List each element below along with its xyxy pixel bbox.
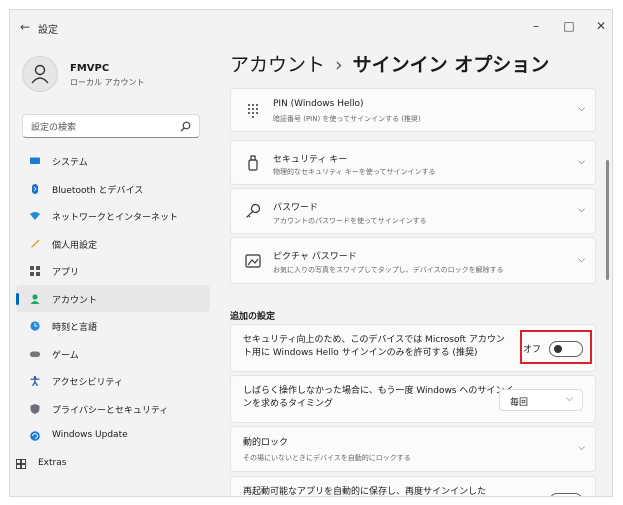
search-box[interactable]: 設定の検索 [22, 114, 200, 138]
chevron-down-icon: ⌵ [578, 443, 585, 453]
keypad-icon [248, 104, 258, 118]
option-subtitle: 暗証番号 (PIN) を使ってサインインする (推奨) [273, 115, 421, 123]
option-title: PIN (Windows Hello) [273, 99, 364, 109]
maximize-button[interactable]: □ [556, 16, 582, 36]
time-language-icon [30, 321, 40, 331]
account-type: ローカル アカウント [70, 78, 145, 87]
restart-apps-toggle[interactable] [549, 493, 583, 496]
sidebar-item-bluetooth[interactable]: Bluetooth とデバイス [16, 175, 210, 203]
page-title: アカウント › サインイン オプション [230, 50, 549, 77]
sidebar-item-accessibility[interactable]: アクセシビリティ [16, 367, 210, 395]
back-arrow-icon[interactable]: ← [20, 20, 30, 34]
search-icon[interactable] [180, 121, 191, 132]
option-title: セキュリティ キー [273, 155, 348, 165]
gaming-icon [30, 351, 40, 357]
sidebar-item-label: ネットワークとインターネット [52, 213, 179, 223]
app-title: 設定 [38, 25, 58, 36]
chevron-down-icon: ⌵ [566, 394, 573, 404]
toggle-state-label: オフ [523, 494, 541, 496]
sidebar-item-gaming[interactable]: ゲーム [16, 340, 210, 368]
signin-option-pin[interactable]: PIN (Windows Hello) 暗証番号 (PIN) を使ってサインイン… [230, 88, 596, 132]
sidebar-item-extras[interactable]: Extras [16, 450, 210, 478]
search-input[interactable]: 設定の検索 [31, 120, 76, 133]
minimize-button[interactable]: – [523, 16, 549, 36]
sidebar-item-label: ゲーム [52, 350, 79, 361]
usb-key-icon [248, 154, 258, 171]
signin-option-security-key[interactable]: セキュリティ キー 物理的なセキュリティ キーを使ってサインインする ⌵ [230, 140, 596, 185]
accounts-icon [30, 293, 40, 304]
option-subtitle: アカウントのパスワードを使ってサインインする [273, 217, 427, 225]
sidebar-item-network[interactable]: ネットワークとインターネット [16, 202, 210, 230]
chevron-down-icon: ⌵ [578, 205, 585, 215]
signin-option-picture-password[interactable]: ピクチャ パスワード お気に入りの写真をスワイプしてタップし、デバイスのロックを… [230, 237, 596, 284]
user-icon [31, 64, 49, 84]
sidebar-item-label: Windows Update [52, 430, 128, 440]
breadcrumb-parent[interactable]: アカウント [230, 54, 325, 76]
option-subtitle: 物理的なセキュリティ キーを使ってサインインする [273, 168, 436, 176]
bluetooth-icon [32, 183, 38, 194]
section-heading: 追加の設定 [230, 312, 276, 322]
breadcrumb-separator: › [335, 54, 343, 76]
away-signin-dropdown[interactable]: 毎回 ⌵ [499, 389, 583, 411]
sidebar-item-windows-update[interactable]: Windows Update [16, 422, 210, 450]
sidebar-item-label: Extras [38, 457, 67, 468]
sidebar-item-label: プライバシーとセキュリティ [52, 405, 169, 416]
sidebar-item-time-language[interactable]: 時刻と言語 [16, 312, 210, 340]
option-title: パスワード [273, 203, 319, 213]
option-subtitle: お気に入りの写真をスワイプしてタップし、デバイスのロックを解除する [273, 266, 504, 274]
sidebar-item-system[interactable]: システム [16, 147, 210, 175]
extras-icon [16, 458, 26, 469]
sidebar-item-label: 個人用設定 [52, 240, 98, 251]
windows-update-icon [30, 431, 40, 441]
sidebar-item-privacy[interactable]: プライバシーとセキュリティ [16, 395, 210, 423]
sidebar-item-label: アプリ [52, 268, 80, 278]
personalization-icon [31, 239, 40, 248]
setting-text-line1: しばらく操作しなかった場合に、もう一度 Windows へのサインイ [243, 386, 514, 396]
breadcrumb-current: サインイン オプション [352, 54, 550, 76]
highlight-box [520, 330, 592, 364]
privacy-icon [30, 403, 40, 414]
setting-dynamic-lock[interactable]: 動的ロック その場にいないときにデバイスを自動的にロックする ⌵ [230, 426, 596, 472]
setting-text-line2: ンを求めるタイミング [243, 399, 334, 409]
option-subtitle: その場にいないときにデバイスを自動的にロックする [243, 454, 411, 462]
key-icon [246, 203, 261, 218]
signin-option-password[interactable]: パスワード アカウントのパスワードを使ってサインインする ⌵ [230, 188, 596, 234]
sidebar-item-apps[interactable]: アプリ [16, 257, 210, 285]
accessibility-icon [30, 376, 40, 386]
setting-restart-apps: 再起動可能なアプリを自動的に保存し、再度サインインした オフ [230, 476, 596, 497]
user-name: FMVPC [70, 63, 110, 74]
sidebar-item-personalization[interactable]: 個人用設定 [16, 230, 210, 258]
setting-away-signin: しばらく操作しなかった場合に、もう一度 Windows へのサインイ ンを求める… [230, 375, 596, 423]
option-title: ピクチャ パスワード [273, 252, 357, 262]
sidebar-item-label: Bluetooth とデバイス [52, 185, 144, 196]
option-title: 動的ロック [243, 438, 289, 448]
network-icon [30, 212, 40, 220]
sidebar-item-label: 時刻と言語 [52, 323, 98, 333]
apps-icon [30, 266, 40, 276]
settings-window: ← 設定 – □ ✕ FMVPC ローカル アカウント 設定の検索 システム B… [9, 9, 613, 497]
setting-text-line1: セキュリティ向上のため、このデバイスでは Microsoft アカウン [243, 335, 505, 345]
close-button[interactable]: ✕ [588, 16, 612, 36]
setting-text-line2: ト用に Windows Hello サインインのみを許可する (推奨) [243, 348, 478, 358]
title-bar: ← 設定 – □ ✕ [10, 10, 612, 44]
sidebar-item-label: アカウント [52, 295, 98, 306]
sidebar-item-accounts[interactable]: アカウント [16, 284, 210, 312]
chevron-down-icon: ⌵ [578, 104, 585, 114]
avatar [22, 56, 58, 92]
setting-text-line1: 再起動可能なアプリを自動的に保存し、再度サインインした [243, 487, 487, 497]
sidebar-item-label: アクセシビリティ [52, 378, 124, 388]
restart-apps-toggle-group: オフ [549, 493, 583, 496]
picture-icon [245, 253, 261, 268]
system-icon [30, 157, 40, 164]
scrollbar[interactable] [606, 160, 609, 280]
chevron-down-icon: ⌵ [578, 156, 585, 167]
chevron-down-icon: ⌵ [578, 254, 585, 265]
sidebar-nav: システム Bluetooth とデバイス ネットワークとインターネット 個人用設… [10, 147, 210, 477]
sidebar-item-label: システム [52, 158, 88, 168]
dropdown-value: 毎回 [510, 398, 529, 408]
